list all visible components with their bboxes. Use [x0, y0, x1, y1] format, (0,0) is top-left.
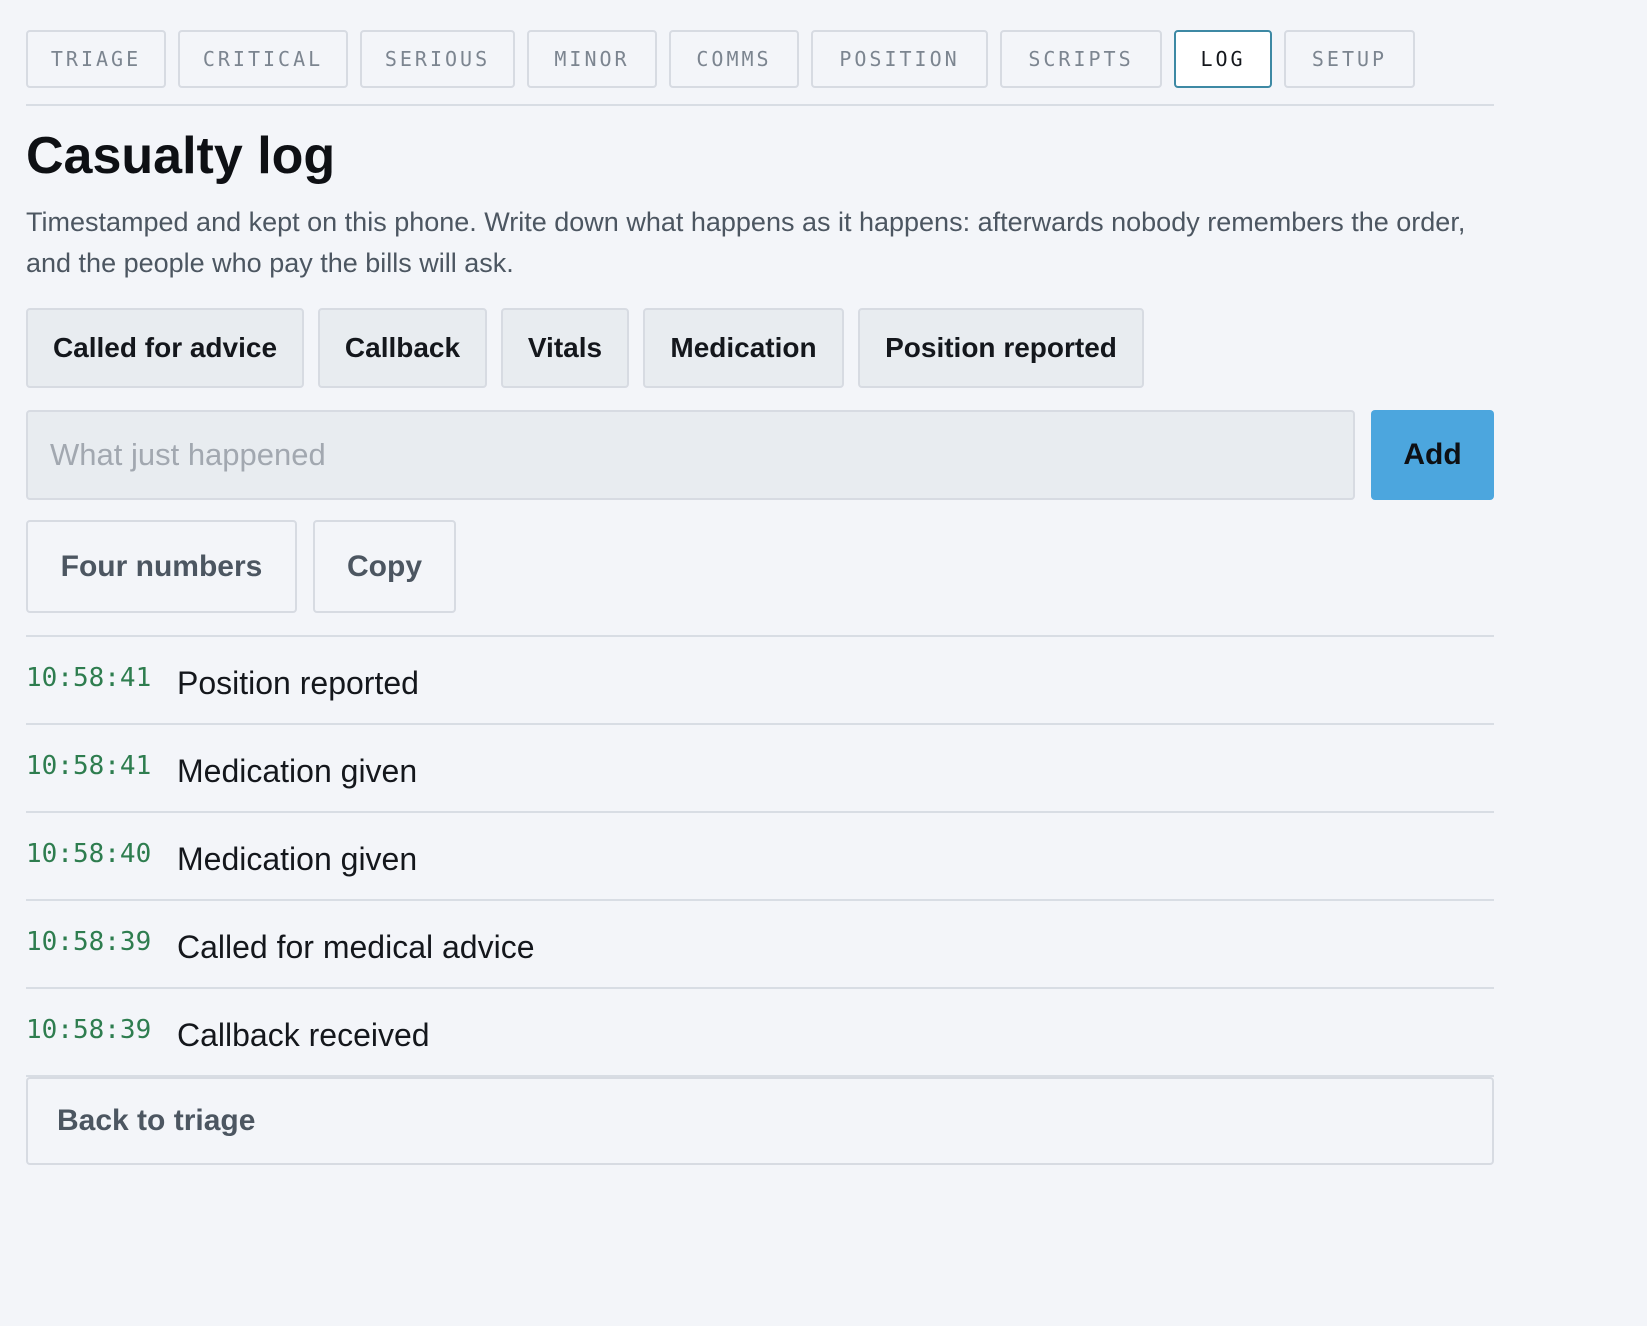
tab-critical[interactable]: CRITICAL: [178, 30, 348, 88]
entry-row: Add: [26, 410, 1494, 500]
tab-log[interactable]: LOG: [1174, 30, 1272, 88]
quick-vitals-button[interactable]: Vitals: [501, 308, 629, 388]
copy-button[interactable]: Copy: [313, 520, 456, 613]
log-entry: 10:58:39 Callback received: [26, 989, 1494, 1077]
four-numbers-button[interactable]: Four numbers: [26, 520, 297, 613]
log-entry: 10:58:39 Called for medical advice: [26, 901, 1494, 989]
tab-divider: [26, 104, 1494, 106]
tab-bar: TRIAGE CRITICAL SERIOUS MINOR COMMS POSI…: [26, 30, 1494, 88]
tab-serious[interactable]: SERIOUS: [360, 30, 515, 88]
log-entry-text: Medication given: [177, 753, 418, 789]
log-tools: Four numbers Copy: [26, 520, 1494, 613]
log-entry: 10:58:40 Medication given: [26, 813, 1494, 901]
quick-callback-button[interactable]: Callback: [318, 308, 487, 388]
back-to-triage-button[interactable]: Back to triage: [26, 1077, 1494, 1165]
log-entry: 10:58:41 Medication given: [26, 725, 1494, 813]
log-entry-text: Called for medical advice: [177, 929, 535, 965]
tab-comms[interactable]: COMMS: [669, 30, 799, 88]
quick-entry-buttons: Called for advice Callback Vitals Medica…: [26, 308, 1494, 388]
casualty-log-screen: TRIAGE CRITICAL SERIOUS MINOR COMMS POSI…: [26, 0, 1494, 1165]
quick-medication-button[interactable]: Medication: [643, 308, 844, 388]
log-entry-input[interactable]: [26, 410, 1355, 500]
log-list: 10:58:41 Position reported 10:58:41 Medi…: [26, 635, 1494, 1077]
log-entry-time: 10:58:41: [26, 663, 152, 693]
tab-scripts[interactable]: SCRIPTS: [1000, 30, 1162, 88]
log-entry-time: 10:58:40: [26, 839, 152, 869]
tab-setup[interactable]: SETUP: [1284, 30, 1415, 88]
log-entry-text: Medication given: [177, 841, 418, 877]
log-entry-text: Callback received: [177, 1017, 430, 1053]
add-button[interactable]: Add: [1371, 410, 1494, 500]
tab-triage[interactable]: TRIAGE: [26, 30, 166, 88]
log-entry-time: 10:58:41: [26, 751, 152, 781]
page-intro: Timestamped and kept on this phone. Writ…: [26, 207, 1466, 278]
log-entry-time: 10:58:39: [26, 927, 152, 957]
page-title: Casualty log: [26, 127, 336, 185]
tab-minor[interactable]: MINOR: [527, 30, 657, 88]
log-entry-text: Position reported: [177, 665, 419, 701]
quick-called-for-advice-button[interactable]: Called for advice: [26, 308, 304, 388]
log-entry-time: 10:58:39: [26, 1015, 152, 1045]
tab-position[interactable]: POSITION: [811, 30, 988, 88]
quick-position-reported-button[interactable]: Position reported: [858, 308, 1144, 388]
log-entry: 10:58:41 Position reported: [26, 637, 1494, 725]
